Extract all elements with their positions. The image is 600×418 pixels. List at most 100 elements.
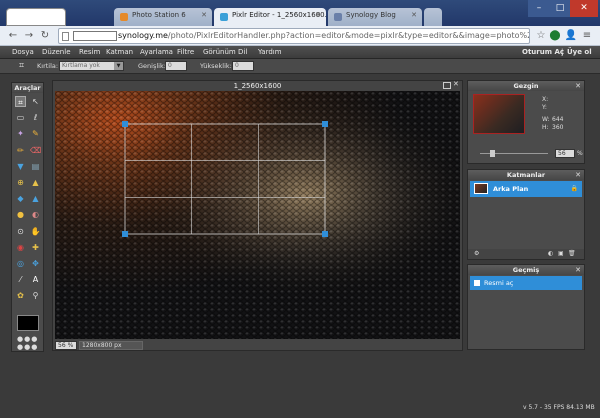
- marquee-icon[interactable]: ▭: [15, 112, 26, 123]
- history-title: Geçmiş: [468, 265, 584, 275]
- red-eye-icon[interactable]: ◉: [15, 242, 26, 253]
- dodge-icon[interactable]: ◐: [30, 209, 41, 220]
- eyedropper-icon[interactable]: ⁄: [15, 274, 26, 285]
- spot-heal-icon[interactable]: ✚: [30, 242, 41, 253]
- view-zoom-icon[interactable]: ⚲: [30, 290, 41, 301]
- tab-close-icon[interactable]: ✕: [201, 11, 207, 19]
- height-input[interactable]: 0: [232, 61, 254, 71]
- layer-settings-icon[interactable]: ⚙: [474, 250, 479, 257]
- crop-label: Kırtila:: [37, 62, 59, 70]
- history-step-icon: [474, 280, 480, 286]
- star-icon[interactable]: ☆: [534, 29, 548, 43]
- layers-panel: Katmanlar ✕ Arka Plan 🔒 ⚙ ◐ ▣ 🗑: [467, 169, 585, 260]
- canvas-zoom-input[interactable]: 56 %: [55, 341, 77, 350]
- move-icon[interactable]: ↖: [30, 96, 41, 107]
- minimize-button[interactable]: –: [528, 0, 550, 17]
- nav-w-value: 644: [552, 116, 564, 123]
- browser-titlebar: Photo Station 6 ✕ Pixlr Editor - 1_2560x…: [0, 0, 600, 26]
- close-panel-icon[interactable]: ✕: [575, 265, 581, 275]
- bucket-icon[interactable]: ▼: [15, 161, 26, 172]
- signup-link[interactable]: Üye ol: [567, 48, 592, 56]
- view-modes-icon[interactable]: ●●● ●●●: [17, 335, 39, 351]
- tab-photo-station[interactable]: Photo Station 6 ✕: [114, 8, 212, 26]
- lasso-icon[interactable]: ℓ: [30, 112, 41, 123]
- shape-icon[interactable]: ✿: [15, 290, 26, 301]
- menu-language[interactable]: Dil: [238, 48, 247, 56]
- layers-title: Katmanlar: [468, 170, 584, 180]
- nav-x-label: X:: [542, 96, 549, 103]
- close-panel-icon[interactable]: ✕: [575, 170, 581, 180]
- menu-help[interactable]: Yardım: [258, 48, 282, 56]
- menu-view[interactable]: Görünüm: [203, 48, 236, 56]
- layer-row[interactable]: Arka Plan 🔒: [470, 181, 582, 197]
- crop-mode-select[interactable]: Kırtlama yok ▼: [59, 61, 124, 71]
- tab-close-icon[interactable]: ✕: [315, 11, 321, 19]
- sponge-icon[interactable]: ●: [15, 209, 26, 220]
- page-icon: [334, 13, 342, 21]
- menu-image[interactable]: Resim: [79, 48, 100, 56]
- pinch-icon[interactable]: ✥: [30, 258, 41, 269]
- text-icon[interactable]: A: [30, 274, 41, 285]
- crop-tool-icon: ⌗: [18, 61, 25, 71]
- new-layer-icon[interactable]: ▣: [558, 250, 564, 257]
- close-canvas-icon[interactable]: ✕: [453, 80, 459, 88]
- width-input[interactable]: 0: [165, 61, 187, 71]
- menu-adjust[interactable]: Ayarlama: [140, 48, 173, 56]
- menu-edit[interactable]: Düzenle: [42, 48, 71, 56]
- extension-icon[interactable]: ⬤: [548, 29, 562, 43]
- layers-footer: ⚙ ◐ ▣ 🗑: [468, 249, 584, 259]
- lock-icon: 🔒: [570, 185, 578, 192]
- close-panel-icon[interactable]: ✕: [575, 81, 581, 91]
- reload-icon[interactable]: ↻: [38, 29, 52, 43]
- tool-options-bar: ⌗ Kırtila: Kırtlama yok ▼ Genişlik: 0 Yü…: [0, 59, 600, 74]
- wrench-icon[interactable]: ≡: [580, 29, 594, 43]
- chevron-down-icon: ▼: [114, 62, 123, 70]
- navigator-panel: Gezgin ✕ X: Y: W: 644 H: 360 56 %: [467, 80, 585, 164]
- clone-icon[interactable]: ⊕: [15, 177, 26, 188]
- history-item-label: Resmi aç: [484, 279, 514, 287]
- stamp-icon[interactable]: ▲: [30, 177, 41, 188]
- pixlr-icon: [220, 13, 228, 21]
- nav-h-value: 360: [552, 124, 564, 131]
- navigator-title: Gezgin: [468, 81, 584, 91]
- history-item[interactable]: Resmi aç: [470, 276, 582, 290]
- eraser-icon[interactable]: ⌫: [30, 145, 41, 156]
- nav-zoom-input[interactable]: 56: [555, 149, 575, 158]
- maximize-button[interactable]: □: [550, 0, 570, 17]
- login-link[interactable]: Oturum Aç: [522, 48, 564, 56]
- canvas-window: 1_2560x1600 ✕ 56 % 1280x800 px: [52, 80, 463, 351]
- address-bar[interactable]: synology.me/photo/PixlrEditorHandler.php…: [58, 28, 530, 44]
- close-window-button[interactable]: ✕: [570, 0, 598, 17]
- crop-icon[interactable]: ⌗: [15, 96, 26, 107]
- sharpen-icon[interactable]: ▲: [30, 193, 41, 204]
- forward-icon[interactable]: →: [22, 29, 36, 43]
- delete-layer-icon[interactable]: 🗑: [568, 250, 576, 257]
- foreground-color-swatch[interactable]: [17, 315, 39, 331]
- tab-synology-blog[interactable]: Synology Blog ✕: [328, 8, 422, 26]
- bloat-icon[interactable]: ◎: [15, 258, 26, 269]
- height-label: Yükseklik:: [200, 62, 232, 70]
- zoom-slider-handle[interactable]: [490, 150, 495, 157]
- back-icon[interactable]: ←: [6, 29, 20, 43]
- layer-mask-icon[interactable]: ◐: [548, 250, 553, 257]
- menu-filter[interactable]: Filtre: [177, 48, 194, 56]
- nav-h-label: H:: [542, 124, 549, 131]
- menu-file[interactable]: Dosya: [12, 48, 34, 56]
- pencil-icon[interactable]: ✎: [30, 128, 41, 139]
- wand-icon[interactable]: ✦: [15, 128, 26, 139]
- menu-layer[interactable]: Katman: [106, 48, 133, 56]
- tab-pixlr-editor[interactable]: Pixlr Editor - 1_2560x1600.j ✕: [214, 8, 326, 26]
- app-menubar: Dosya Düzenle Resim Katman Ayarlama Filt…: [0, 46, 600, 59]
- maximize-canvas-icon[interactable]: [443, 82, 451, 89]
- zoom-tool-icon[interactable]: ⊙: [15, 226, 26, 237]
- brush-icon[interactable]: ✏: [15, 145, 26, 156]
- tab-close-icon[interactable]: ✕: [411, 11, 417, 19]
- hand-icon[interactable]: ✋: [30, 226, 41, 237]
- user-icon[interactable]: 👤: [564, 29, 578, 43]
- tab-redacted[interactable]: [6, 8, 66, 26]
- navigator-thumbnail[interactable]: [473, 94, 525, 134]
- blur-icon[interactable]: ◆: [15, 193, 26, 204]
- image-canvas[interactable]: [55, 91, 460, 339]
- new-tab-button[interactable]: [424, 8, 442, 26]
- gradient-icon[interactable]: ▤: [30, 161, 41, 172]
